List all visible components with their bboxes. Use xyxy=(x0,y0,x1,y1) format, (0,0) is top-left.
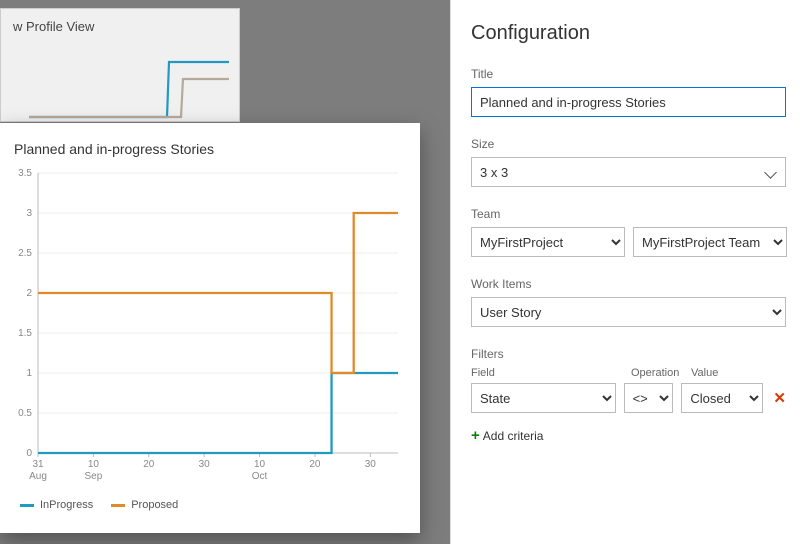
filters-col-value: Value xyxy=(691,367,777,379)
workitems-label: Work Items xyxy=(471,277,788,291)
svg-text:Oct: Oct xyxy=(252,471,268,482)
legend-label-inprogress: InProgress xyxy=(40,499,93,511)
legend-label-proposed: Proposed xyxy=(131,499,178,511)
workitems-select[interactable]: User Story xyxy=(471,297,786,327)
svg-text:1: 1 xyxy=(26,368,32,379)
svg-text:Sep: Sep xyxy=(84,471,102,482)
svg-text:3: 3 xyxy=(26,208,32,219)
svg-text:1.5: 1.5 xyxy=(18,328,32,339)
svg-text:20: 20 xyxy=(143,459,155,470)
chart-title: Planned and in-progress Stories xyxy=(14,141,406,157)
filters-col-operation: Operation xyxy=(631,367,683,379)
filters-label: Filters xyxy=(471,347,788,361)
panel-heading: Configuration xyxy=(471,22,788,45)
filter-field-select[interactable]: State xyxy=(471,383,616,413)
filter-value-select[interactable]: Closed xyxy=(681,383,763,413)
legend-swatch-inprogress xyxy=(20,504,34,507)
svg-text:31: 31 xyxy=(32,459,44,470)
dimmed-background: w Profile View Planned and in-progress S… xyxy=(0,0,450,544)
svg-text:10: 10 xyxy=(254,459,266,470)
chart-area: 00.511.522.533.531Aug10Sep203010Oct2030 xyxy=(14,163,406,493)
add-criteria-label: Add criteria xyxy=(483,429,544,443)
remove-filter-icon[interactable]: ✕ xyxy=(771,389,788,407)
team-name-select[interactable]: MyFirstProject Team xyxy=(633,227,787,257)
team-project-select[interactable]: MyFirstProject xyxy=(471,227,625,257)
svg-text:3.5: 3.5 xyxy=(18,168,32,179)
configuration-panel: Configuration Title Size 3 x 3 Team MyFi… xyxy=(450,0,800,544)
chart-legend: InProgress Proposed xyxy=(14,499,406,511)
svg-text:Aug: Aug xyxy=(29,471,47,482)
chart-preview-card: Planned and in-progress Stories 0 0.5 1 1.5… xyxy=(0,123,420,533)
svg-text:2.5: 2.5 xyxy=(18,248,32,259)
filter-row: State <> Closed ✕ xyxy=(471,383,788,413)
background-mini-chart xyxy=(29,57,229,125)
background-widget-title: w Profile View xyxy=(13,19,227,34)
svg-text:30: 30 xyxy=(365,459,377,470)
svg-text:0: 0 xyxy=(26,448,32,459)
size-value: 3 x 3 xyxy=(480,165,508,180)
filter-operation-select[interactable]: <> xyxy=(624,383,674,413)
svg-text:30: 30 xyxy=(199,459,211,470)
background-widget-card: w Profile View xyxy=(0,8,240,122)
svg-text:0.5: 0.5 xyxy=(18,408,32,419)
size-select[interactable]: 3 x 3 xyxy=(471,157,786,187)
size-label: Size xyxy=(471,137,788,151)
filters-column-headers: Field Operation Value xyxy=(471,367,788,379)
legend-item-inprogress: InProgress xyxy=(20,499,93,511)
title-input[interactable] xyxy=(471,87,786,117)
add-criteria-button[interactable]: + Add criteria xyxy=(471,427,788,444)
chevron-down-icon xyxy=(764,166,777,179)
team-label: Team xyxy=(471,207,788,221)
legend-swatch-proposed xyxy=(111,504,125,507)
svg-text:20: 20 xyxy=(309,459,321,470)
legend-item-proposed: Proposed xyxy=(111,499,178,511)
filters-col-field: Field xyxy=(471,367,623,379)
svg-text:10: 10 xyxy=(88,459,100,470)
title-label: Title xyxy=(471,67,788,81)
svg-text:2: 2 xyxy=(26,288,32,299)
plus-icon: + xyxy=(471,427,480,444)
